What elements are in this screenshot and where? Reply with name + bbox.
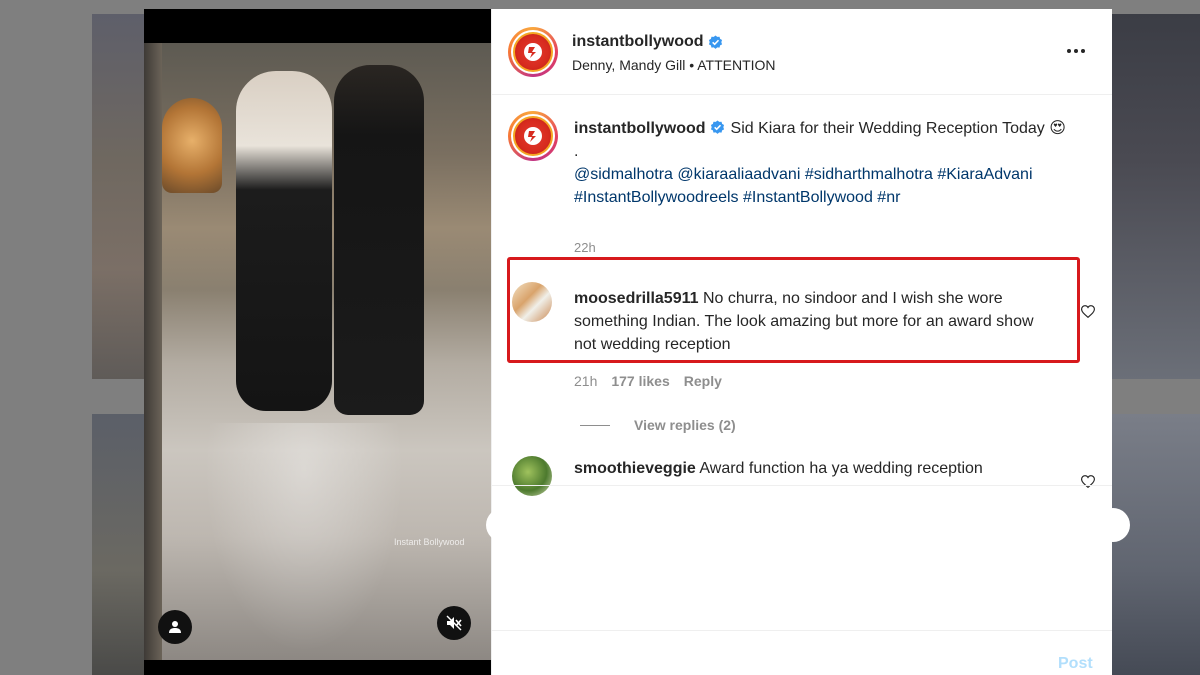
post-actions-area — [492, 485, 1112, 630]
caption-hashtags-line1[interactable]: @sidmalhotra @kiaraaliaadvani #sidharthm… — [574, 163, 1084, 186]
user-tag-icon — [169, 621, 181, 633]
post-details-panel: instantbollywood Denny, Mandy Gill • ATT… — [491, 9, 1112, 675]
background-post-thumbnail — [1112, 414, 1200, 675]
add-comment-bar[interactable]: Post — [492, 630, 1112, 675]
like-comment-button[interactable] — [1080, 303, 1096, 319]
author-name-row: instantbollywood — [572, 33, 723, 51]
background-post-thumbnail — [92, 14, 148, 379]
commenter-username[interactable]: moosedrilla5911 — [574, 290, 699, 307]
video-player[interactable]: Instant Bollywood — [144, 9, 491, 675]
avatar-ring-inner — [511, 114, 555, 158]
view-replies-button[interactable]: View replies (2) — [580, 417, 736, 433]
background-post-thumbnail — [92, 414, 148, 675]
video-scene-woman — [236, 71, 332, 411]
video-frame: Instant Bollywood — [144, 43, 491, 660]
speaker-muted-icon — [446, 615, 462, 631]
comments-section[interactable]: instantbollywood Sid Kiara for their Wed… — [492, 95, 1112, 496]
next-post-button[interactable] — [1096, 508, 1130, 542]
reply-button[interactable]: Reply — [684, 373, 722, 389]
more-options-button[interactable] — [1064, 39, 1088, 63]
video-scene-pillar — [144, 43, 162, 660]
comment-item: moosedrilla5911 No churra, no sindoor an… — [574, 287, 1054, 356]
comment-body: Award function ha ya wedding reception — [699, 460, 983, 477]
previous-post-button[interactable] — [486, 508, 520, 542]
comment-meta: 21h 177 likes Reply — [574, 373, 722, 389]
mute-button[interactable] — [437, 606, 471, 640]
clapper-icon — [524, 43, 542, 61]
caption-hashtags-line2[interactable]: #InstantBollywoodreels #InstantBollywood… — [574, 186, 1084, 209]
caption-body: Sid Kiara for their Wedding Reception To… — [730, 120, 1066, 137]
author-username[interactable]: instantbollywood — [572, 33, 704, 51]
post-modal: Instant Bollywood instantbollywood Denny… — [144, 9, 1112, 675]
comment-item: smoothieveggie Award function ha ya wedd… — [574, 457, 1054, 480]
post-header: instantbollywood Denny, Mandy Gill • ATT… — [492, 9, 1112, 95]
caption-text-block: instantbollywood Sid Kiara for their Wed… — [574, 117, 1084, 209]
avatar-ring-inner — [511, 30, 555, 74]
view-replies-line — [580, 424, 610, 426]
verified-badge-icon — [710, 120, 724, 134]
post-comment-button[interactable]: Post — [1058, 655, 1093, 673]
view-replies-label: View replies (2) — [634, 417, 736, 433]
video-scene-chandelier — [162, 98, 222, 193]
commenter-username[interactable]: smoothieveggie — [574, 460, 696, 477]
comment-timestamp[interactable]: 21h — [574, 373, 597, 389]
caption-author-avatar[interactable] — [508, 111, 558, 161]
user-tag-button[interactable] — [158, 610, 192, 644]
video-scene-floor — [204, 423, 404, 653]
heart-icon — [1081, 304, 1095, 318]
author-avatar[interactable] — [508, 27, 558, 77]
video-scene-man — [334, 65, 424, 415]
clapper-icon — [524, 127, 542, 145]
caption-dot: . — [574, 143, 579, 160]
instantbollywood-logo — [513, 116, 553, 156]
verified-badge-icon — [708, 34, 722, 49]
video-watermark: Instant Bollywood — [394, 537, 465, 547]
caption-username[interactable]: instantbollywood — [574, 120, 706, 137]
audio-track-link[interactable]: Denny, Mandy Gill • ATTENTION — [572, 57, 776, 73]
instantbollywood-logo — [513, 32, 553, 72]
background-post-thumbnail — [1112, 14, 1200, 379]
comment-likes[interactable]: 177 likes — [611, 373, 669, 389]
commenter-avatar[interactable] — [512, 282, 552, 322]
caption-timestamp[interactable]: 22h — [574, 240, 596, 255]
more-options-icon — [1067, 49, 1085, 53]
